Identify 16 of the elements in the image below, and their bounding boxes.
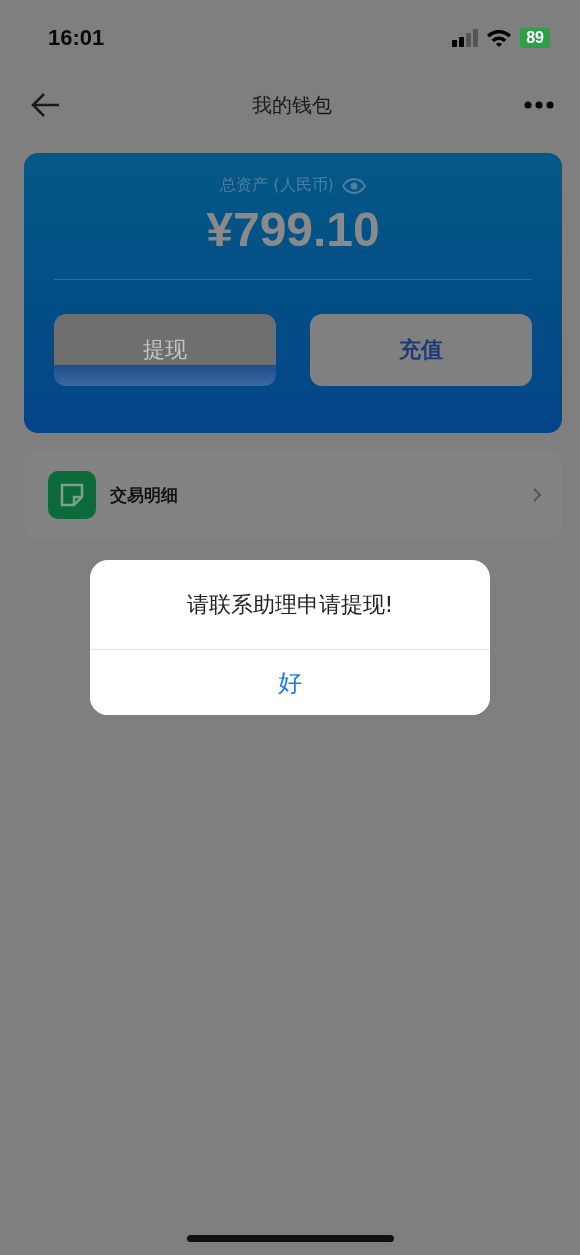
- menu-row[interactable]: 交易明细: [24, 451, 562, 539]
- page-title: 我的钱包: [252, 91, 332, 119]
- status-time: 16:01: [48, 24, 105, 51]
- menu-label: 交易明细: [110, 483, 179, 507]
- alert-message: 请联系助理申请提现!: [186, 590, 394, 619]
- back-arrow-icon[interactable]: [30, 92, 60, 118]
- balance-amount: ¥799.10: [206, 202, 380, 257]
- wifi-icon: [486, 28, 513, 47]
- total-assets-label: 总资产 (人民币): [220, 175, 334, 196]
- note-icon: [48, 471, 96, 519]
- signal-icon: [452, 28, 479, 47]
- battery-icon: 89: [520, 27, 550, 48]
- recharge-button[interactable]: 充值: [310, 314, 532, 386]
- chevron-right-icon: [532, 487, 542, 503]
- more-icon[interactable]: [524, 101, 554, 109]
- withdraw-button[interactable]: 提现: [54, 314, 276, 386]
